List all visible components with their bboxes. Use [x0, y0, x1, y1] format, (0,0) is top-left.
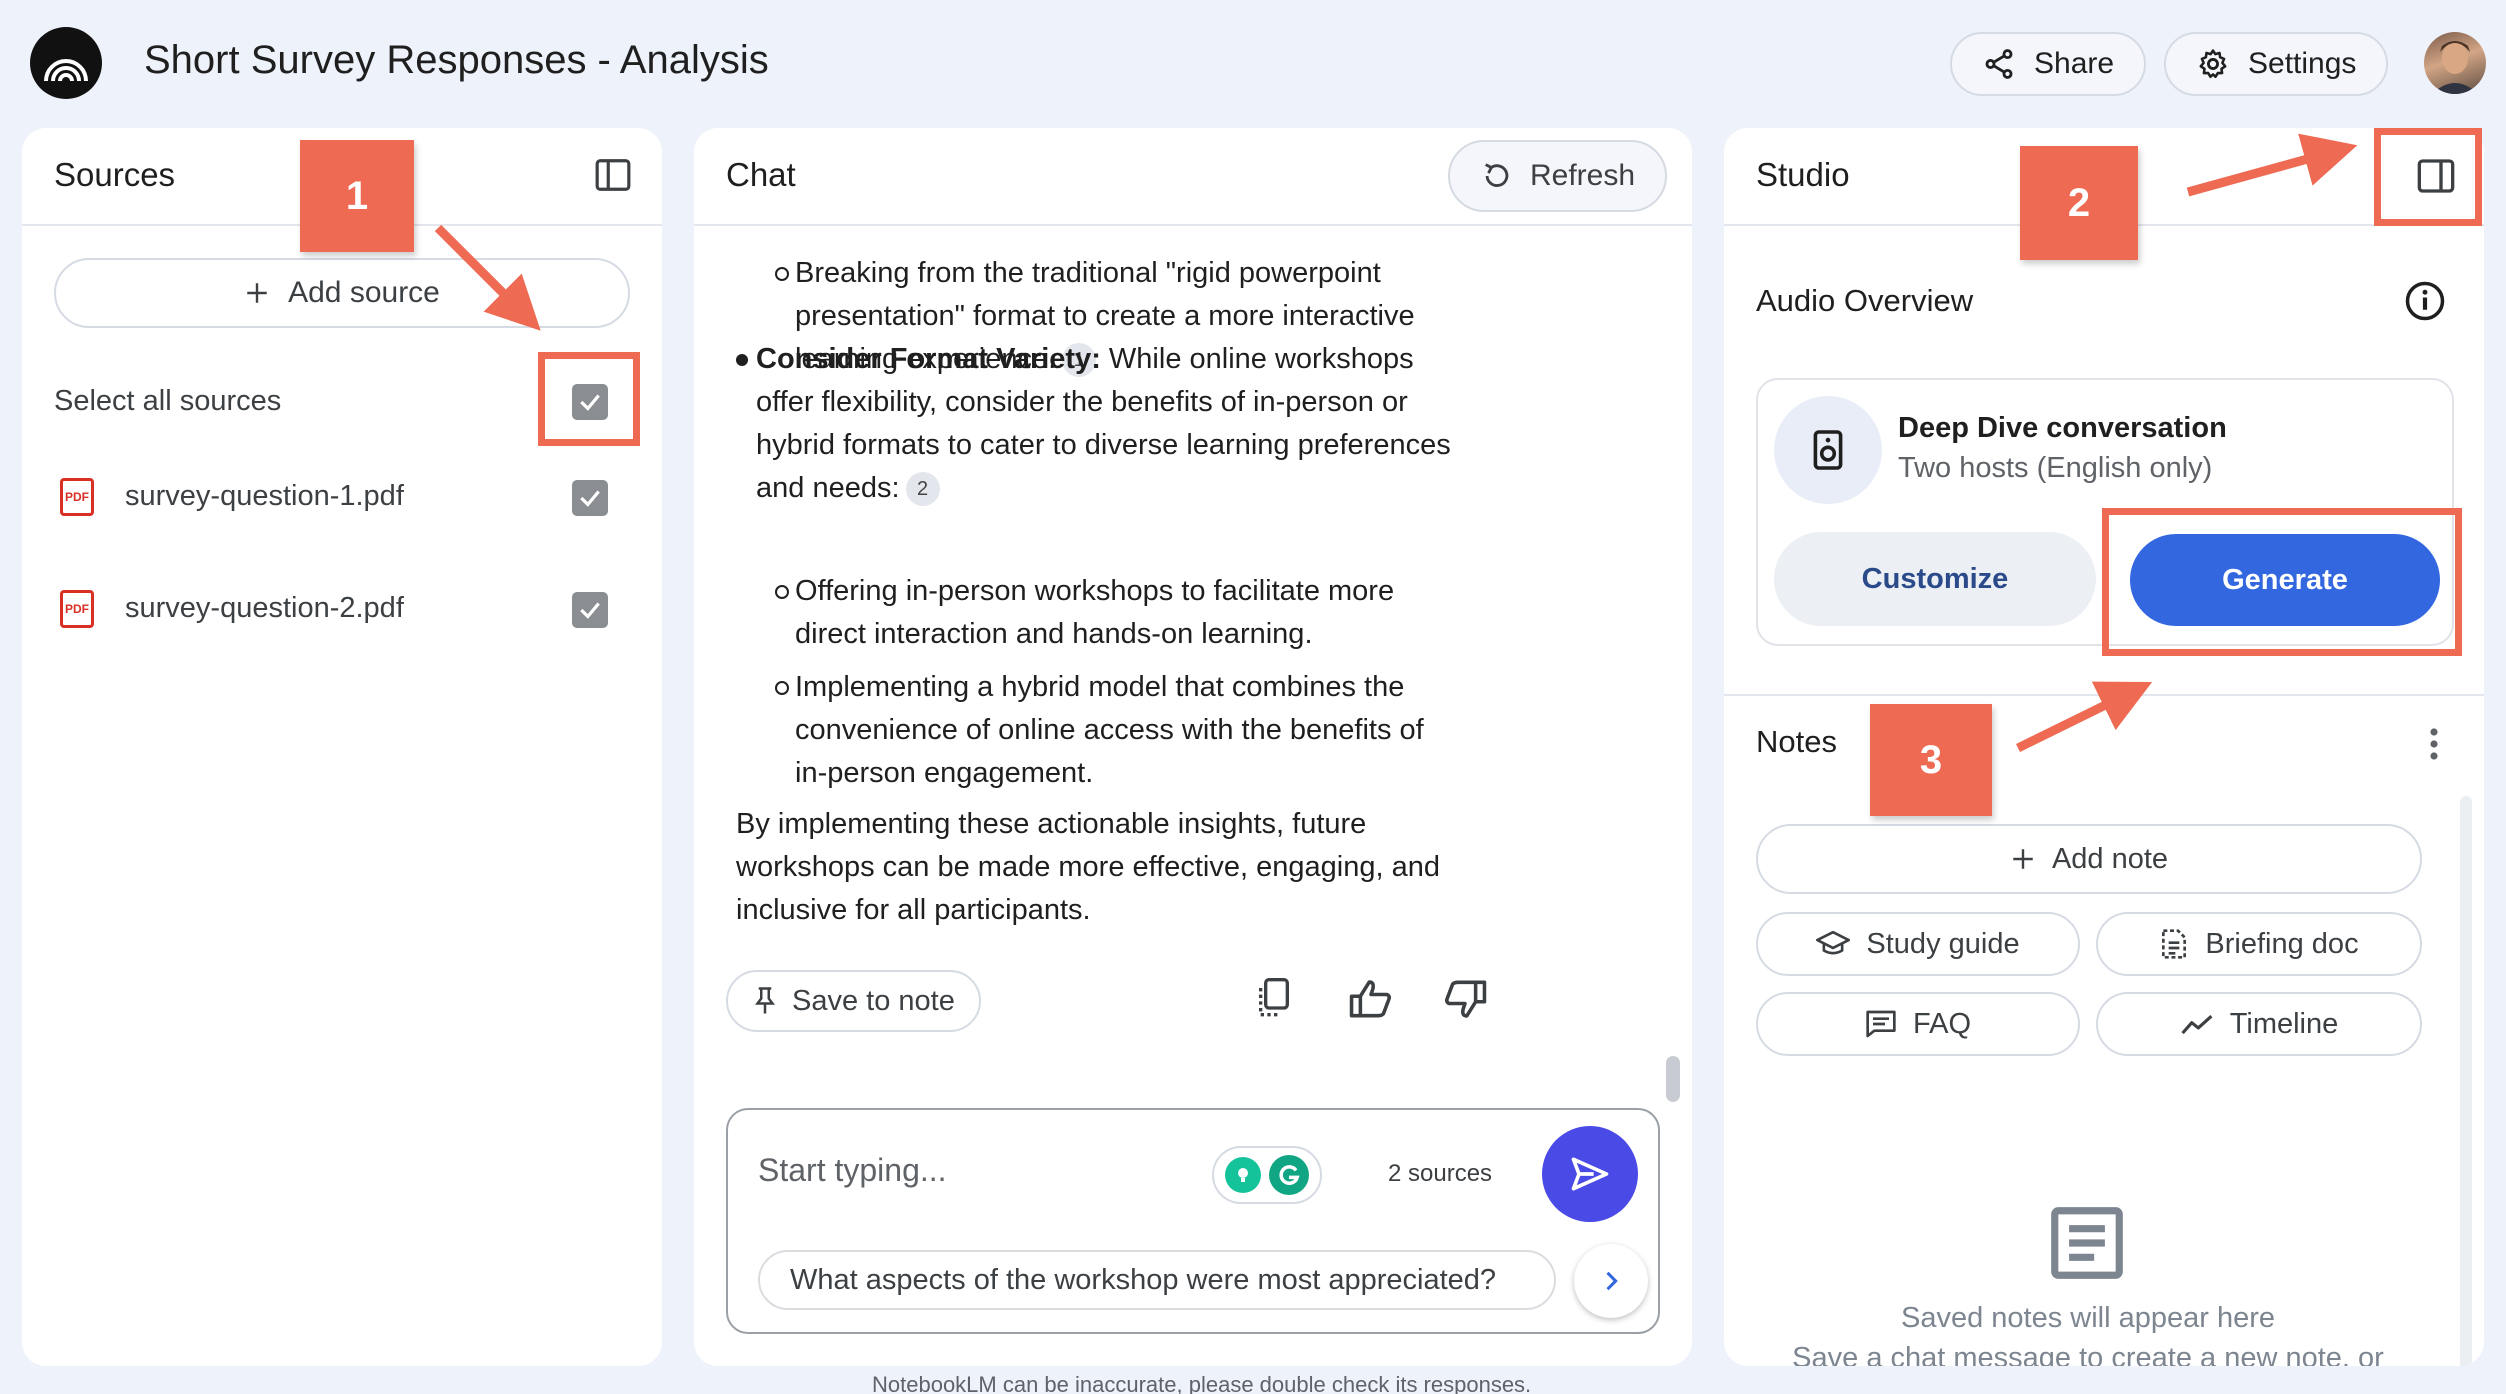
annotation-arrows: [434, 133, 2358, 753]
annotation-arrow-3: [2016, 681, 2153, 753]
annotation-arrow-1: [434, 224, 541, 331]
annotation-arrow-2: [2186, 133, 2358, 197]
